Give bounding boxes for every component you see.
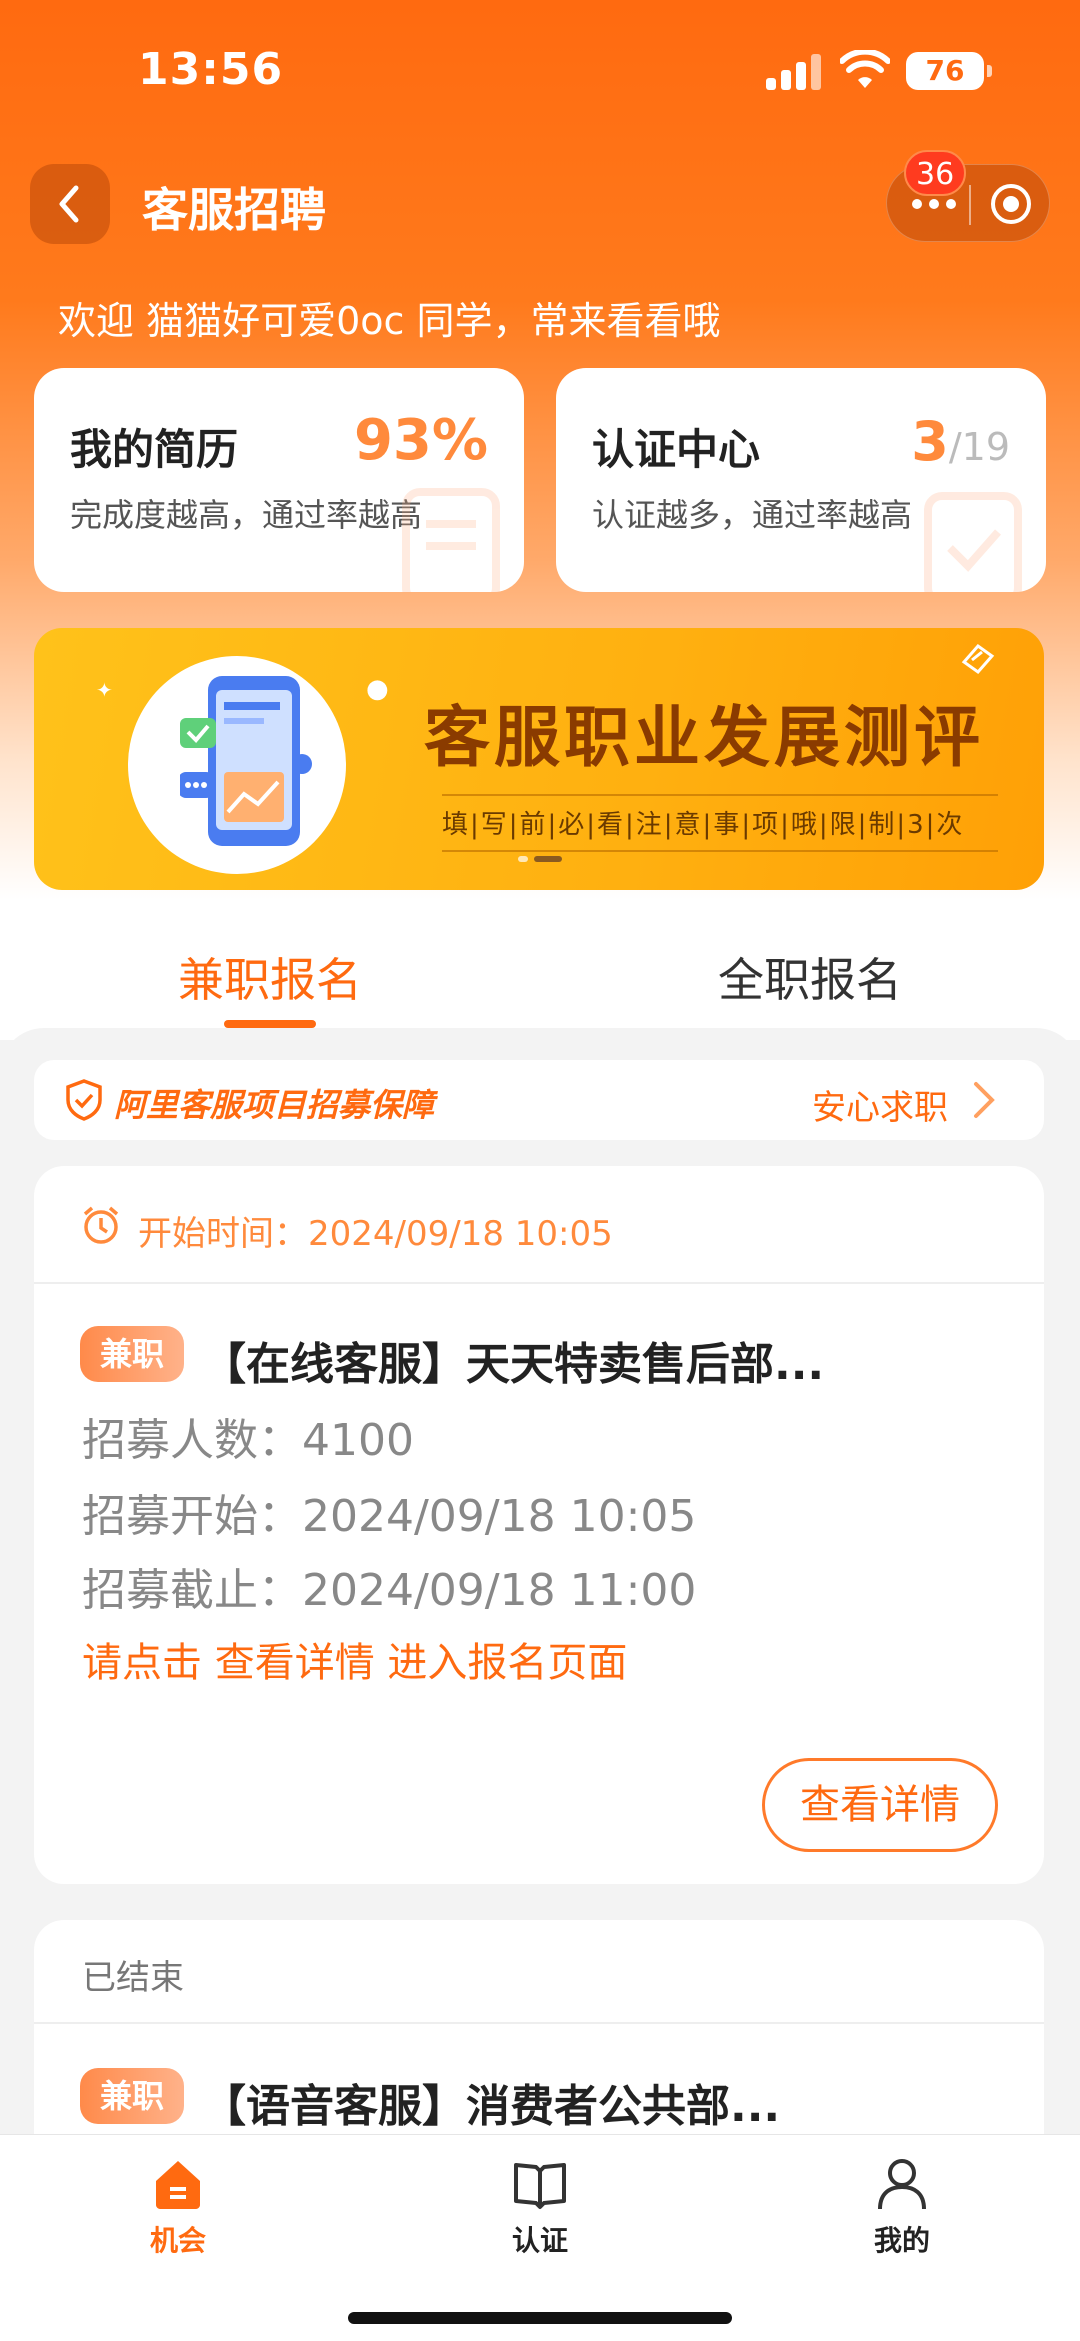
shield-check-icon	[66, 1079, 102, 1121]
recruit-start: 招募开始：2024/09/18 10:05	[82, 1491, 697, 1542]
guarantee-bar[interactable]: 阿里客服项目招募保障 安心求职	[34, 1060, 1044, 1140]
job-card-header: 已结束	[34, 1920, 1044, 2024]
welcome-text: 欢迎 猫猫好可爱0oc 同学，常来看看哦	[58, 299, 721, 343]
view-details-button[interactable]: 查看详情	[762, 1758, 998, 1852]
wifi-icon	[840, 50, 890, 88]
recruit-deadline: 招募截止：2024/09/18 11:00	[82, 1565, 697, 1616]
resume-card[interactable]: 我的简历 93% 完成度越高，通过率越高	[34, 368, 524, 592]
job-card[interactable]: 开始时间：2024/09/18 10:05 兼职 【在线客服】天天特卖售后部..…	[34, 1166, 1044, 1884]
notification-badge: 36	[904, 150, 967, 196]
nav-mine[interactable]: 我的	[822, 2155, 982, 2265]
job-type-tabs: 兼职报名 全职报名	[0, 920, 1080, 1030]
recruit-count: 招募人数：4100	[82, 1415, 414, 1466]
job-type-badge: 兼职	[80, 1326, 184, 1382]
carousel-indicator	[518, 856, 570, 864]
job-start-time: 开始时间：2024/09/18 10:05	[138, 1214, 613, 1254]
resume-subtitle: 完成度越高，通过率越高	[70, 496, 423, 534]
certification-title: 认证中心	[592, 425, 761, 474]
job-card-header: 开始时间：2024/09/18 10:05	[34, 1166, 1044, 1284]
certification-subtitle: 认证越多，通过率越高	[592, 496, 913, 534]
phone-illustration-icon	[180, 676, 312, 846]
status-bar: 13:56 76	[0, 0, 1080, 140]
nav-label: 认证	[511, 2224, 568, 2257]
home-indicator	[348, 2312, 732, 2324]
page-title: 客服招聘	[142, 183, 326, 237]
nav-certification[interactable]: 认证	[460, 2155, 620, 2265]
chevron-right-icon	[974, 1082, 995, 1118]
banner-divider	[442, 794, 998, 796]
job-title: 【语音客服】消费者公共部...	[202, 2081, 781, 2132]
detail-hint: 请点击 查看详情 进入报名页面	[82, 1640, 628, 1686]
nav-opportunities[interactable]: 机会	[98, 2155, 258, 2265]
guarantee-text: 阿里客服项目招募保障	[114, 1086, 435, 1124]
signal-icon	[766, 54, 822, 90]
certification-card[interactable]: 认证中心 3/19 认证越多，通过率越高	[556, 368, 1046, 592]
capsule-divider	[969, 185, 971, 225]
close-miniprogram-icon[interactable]	[989, 182, 1033, 226]
resume-title: 我的简历	[70, 425, 239, 474]
chevron-left-icon	[59, 185, 79, 223]
certification-progress: 3/19	[911, 410, 1010, 473]
status-time: 13:56	[138, 44, 284, 95]
banner-subtitle: 填|写|前|必|看|注|意|事|项|哦|限|制|3|次	[442, 810, 965, 840]
job-type-badge: 兼职	[80, 2068, 184, 2124]
sparkle-icon: ✦	[96, 678, 113, 702]
banner-divider	[442, 850, 998, 852]
resume-completion: 93%	[353, 408, 488, 473]
tab-part-time[interactable]: 兼职报名	[178, 944, 362, 1010]
sparkle-icon: ●	[366, 674, 389, 704]
tab-full-time[interactable]: 全职报名	[718, 944, 902, 1010]
clipboard-watermark-icon	[924, 492, 1022, 592]
active-tab-indicator	[224, 1020, 316, 1028]
nav-label: 我的	[873, 2224, 930, 2257]
alarm-clock-icon	[83, 1206, 119, 1244]
assessment-banner[interactable]: ✦ ● 客服职业发展测评 填|写|前|必|看|注|意|事|项|哦|限|制|3|次	[34, 628, 1044, 890]
bottom-navigation: 机会 认证 我的	[0, 2134, 1080, 2341]
banner-title: 客服职业发展测评	[424, 699, 984, 776]
job-status: 已结束	[82, 1958, 184, 1998]
book-icon	[961, 643, 995, 675]
battery-indicator: 76	[906, 52, 992, 90]
guarantee-link[interactable]: 安心求职	[812, 1080, 948, 1129]
nav-label: 机会	[149, 2224, 206, 2257]
job-title: 【在线客服】天天特卖售后部...	[202, 1339, 825, 1390]
book-icon	[514, 2163, 566, 2209]
back-button[interactable]	[30, 164, 110, 244]
home-icon	[156, 2161, 200, 2209]
resume-watermark-icon	[402, 488, 500, 592]
user-icon	[878, 2159, 926, 2210]
